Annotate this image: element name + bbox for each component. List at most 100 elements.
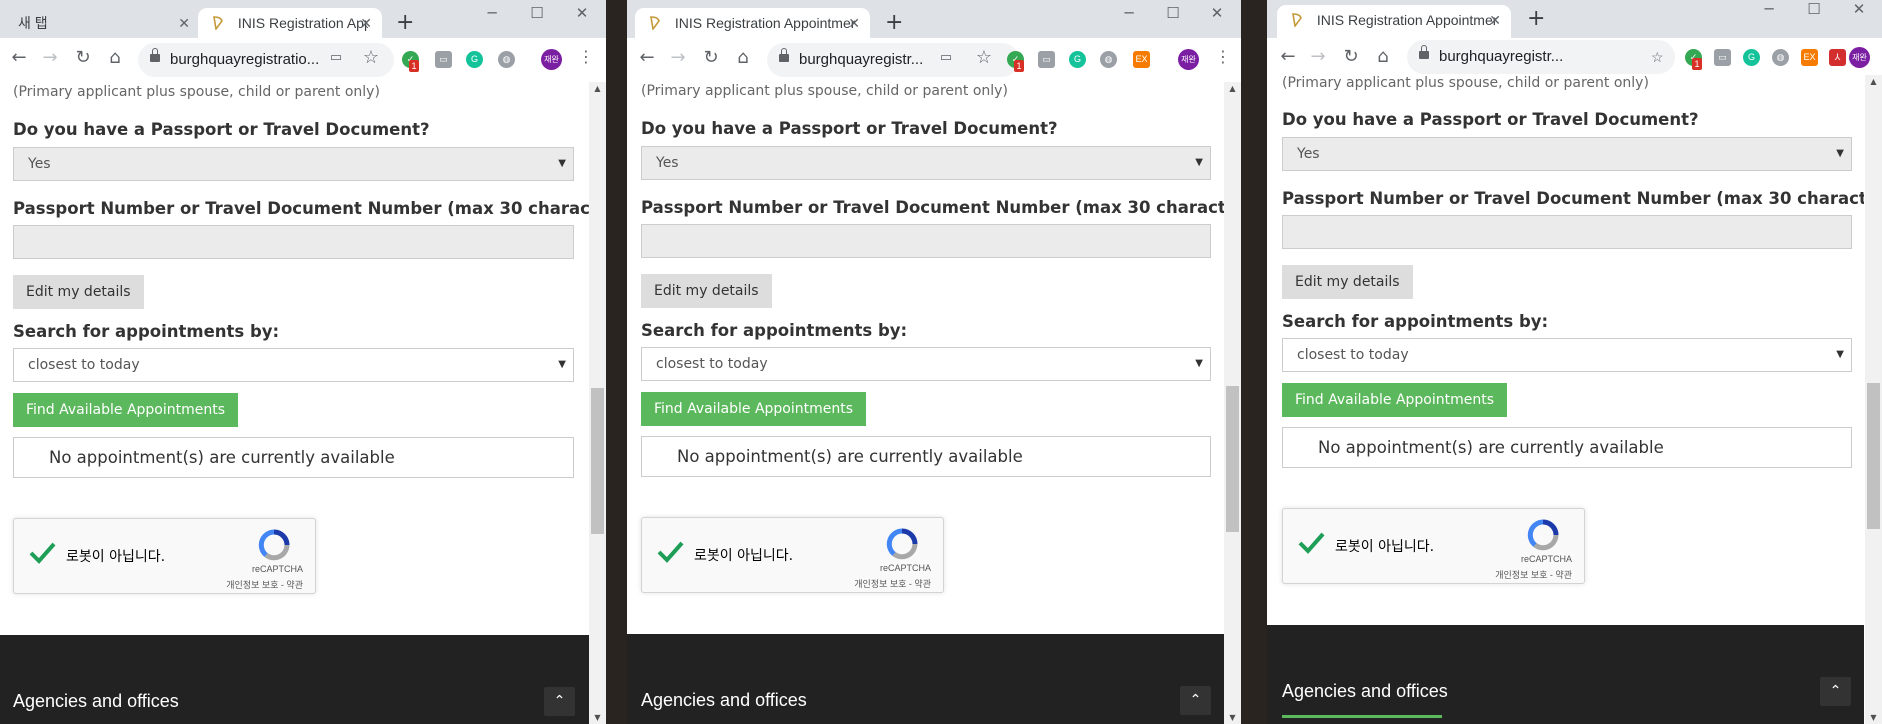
maximize-button[interactable]: ☐ (525, 4, 549, 22)
reload-icon[interactable]: ↻ (1340, 46, 1362, 68)
maximize-button[interactable]: ☐ (1161, 4, 1185, 22)
avatar[interactable]: 재완 (1849, 47, 1870, 68)
globe-icon[interactable]: ◍ (498, 51, 515, 68)
search-by-select[interactable]: closest to today ▼ (1282, 338, 1852, 372)
tab-inis[interactable]: INIS Registration Appointment ✕ (1277, 5, 1511, 38)
scrollbar[interactable]: ▲ ▼ (1865, 75, 1882, 724)
reload-icon[interactable]: ↻ (700, 47, 722, 69)
ex-icon[interactable]: EX (1801, 49, 1818, 66)
grammarly-icon[interactable]: G (1069, 51, 1086, 68)
address-bar[interactable]: burghquayregistratio... (138, 43, 394, 77)
edit-details-button[interactable]: Edit my details (641, 274, 772, 308)
search-by-select[interactable]: closest to today ▼ (641, 347, 1211, 381)
card-icon[interactable]: ▭ (1038, 51, 1055, 68)
home-icon[interactable]: ⌂ (732, 47, 754, 69)
passport-select[interactable]: Yes ▼ (13, 147, 574, 181)
site-footer: Agencies and offices ⌃ (627, 634, 1224, 724)
bookmark-star-icon[interactable]: ☆ (1651, 40, 1664, 74)
back-arrow-icon[interactable]: ← (8, 47, 30, 69)
scrollbar-thumb[interactable] (1867, 383, 1880, 529)
recaptcha-links[interactable]: 개인정보 보호 - 약관 (811, 577, 931, 590)
scroll-down-arrow-icon[interactable]: ▼ (1224, 713, 1241, 722)
recaptcha-links[interactable]: 개인정보 보호 - 약관 (183, 578, 303, 591)
search-by-select[interactable]: closest to today ▼ (13, 348, 574, 382)
close-tab-icon[interactable]: ✕ (360, 8, 372, 38)
chevron-up-icon[interactable]: ⌃ (1820, 677, 1851, 706)
shield-check-icon[interactable]: ✓ 1 (1685, 49, 1702, 70)
back-arrow-icon[interactable]: ← (1277, 46, 1299, 68)
address-bar[interactable]: burghquayregistr... ☆ (1407, 40, 1675, 74)
home-icon[interactable]: ⌂ (1372, 46, 1394, 68)
home-icon[interactable]: ⌂ (104, 47, 126, 69)
forward-arrow-icon[interactable]: → (39, 47, 61, 69)
passport-select[interactable]: Yes ▼ (641, 146, 1211, 180)
recaptcha-widget[interactable]: 로봇이 아닙니다. reCAPTCHA 개인정보 보호 - 약관 (13, 518, 316, 594)
kebab-menu-icon[interactable]: ⋮ (578, 47, 594, 66)
bookmark-star-icon[interactable]: ☆ (973, 47, 995, 69)
url-text: burghquayregistratio... (170, 51, 320, 68)
new-tab-button[interactable]: + (1527, 6, 1545, 32)
passport-select[interactable]: Yes ▼ (1282, 137, 1852, 171)
forward-arrow-icon[interactable]: → (667, 47, 689, 69)
scrollbar[interactable]: ▲ ▼ (589, 82, 606, 724)
checkmark-icon[interactable] (656, 537, 684, 565)
applicant-note: (Primary applicant plus spouse, child or… (13, 84, 380, 100)
maximize-button[interactable]: ☐ (1802, 0, 1826, 18)
scrollbar-thumb[interactable] (1226, 386, 1239, 532)
avatar[interactable]: 재완 (541, 49, 562, 70)
close-tab-icon[interactable]: ✕ (848, 8, 860, 38)
globe-icon[interactable]: ◍ (1100, 51, 1117, 68)
close-tab-icon[interactable]: ✕ (178, 8, 190, 38)
ex-icon[interactable]: EX (1133, 51, 1150, 68)
grammarly-icon[interactable]: G (1743, 49, 1760, 66)
scroll-down-arrow-icon[interactable]: ▼ (1865, 713, 1882, 722)
find-appointments-button[interactable]: Find Available Appointments (641, 392, 867, 426)
card-icon[interactable]: ▭ (435, 51, 452, 68)
chevron-up-icon[interactable]: ⌃ (1180, 686, 1211, 715)
scroll-up-arrow-icon[interactable]: ▲ (1865, 77, 1882, 86)
pdf-icon[interactable]: ⅄ (1829, 49, 1846, 66)
find-appointments-button[interactable]: Find Available Appointments (1282, 383, 1508, 417)
reload-icon[interactable]: ↻ (72, 47, 94, 69)
shield-check-icon[interactable]: ✓ 1 (402, 51, 419, 72)
passport-number-field[interactable] (13, 225, 574, 259)
new-tab-button[interactable]: + (885, 10, 903, 36)
close-window-button[interactable]: ✕ (570, 4, 594, 22)
chevron-down-icon: ▼ (1836, 349, 1844, 360)
kebab-menu-icon[interactable]: ⋮ (1215, 47, 1231, 66)
close-tab-icon[interactable]: ✕ (1489, 5, 1501, 35)
minimize-button[interactable]: ─ (1757, 0, 1781, 18)
minimize-button[interactable]: ─ (480, 4, 504, 22)
scroll-down-arrow-icon[interactable]: ▼ (589, 713, 606, 722)
scroll-up-arrow-icon[interactable]: ▲ (589, 84, 606, 93)
grammarly-icon[interactable]: G (466, 51, 483, 68)
edit-details-button[interactable]: Edit my details (13, 275, 144, 309)
recaptcha-widget[interactable]: 로봇이 아닙니다. reCAPTCHA 개인정보 보호 - 약관 (1282, 508, 1585, 584)
checkmark-icon[interactable] (28, 538, 56, 566)
minimize-button[interactable]: ─ (1117, 4, 1141, 22)
passport-number-field[interactable] (1282, 215, 1852, 249)
scrollbar[interactable]: ▲ ▼ (1224, 82, 1241, 724)
avatar[interactable]: 재완 (1178, 49, 1199, 70)
bookmark-star-icon[interactable]: ☆ (360, 47, 382, 69)
globe-icon[interactable]: ◍ (1772, 49, 1789, 66)
back-arrow-icon[interactable]: ← (636, 47, 658, 69)
forward-arrow-icon[interactable]: → (1307, 46, 1329, 68)
checkmark-icon[interactable] (1297, 528, 1325, 556)
close-window-button[interactable]: ✕ (1847, 0, 1871, 18)
scroll-up-arrow-icon[interactable]: ▲ (1224, 84, 1241, 93)
passport-number-field[interactable] (641, 224, 1211, 258)
cast-icon[interactable]: ▭ (935, 47, 957, 69)
shield-check-icon[interactable]: ✓ 1 (1007, 51, 1024, 72)
chevron-up-icon[interactable]: ⌃ (544, 687, 575, 716)
cast-icon[interactable]: ▭ (325, 47, 347, 69)
scrollbar-thumb[interactable] (591, 388, 604, 534)
new-tab-button[interactable]: + (396, 10, 414, 36)
find-appointments-button[interactable]: Find Available Appointments (13, 393, 239, 427)
edit-details-button[interactable]: Edit my details (1282, 265, 1413, 299)
recaptcha-links[interactable]: 개인정보 보호 - 약관 (1452, 568, 1572, 581)
recaptcha-widget[interactable]: 로봇이 아닙니다. reCAPTCHA 개인정보 보호 - 약관 (641, 517, 944, 593)
recaptcha-logo-icon (886, 528, 918, 560)
card-icon[interactable]: ▭ (1714, 49, 1731, 66)
close-window-button[interactable]: ✕ (1205, 4, 1229, 22)
